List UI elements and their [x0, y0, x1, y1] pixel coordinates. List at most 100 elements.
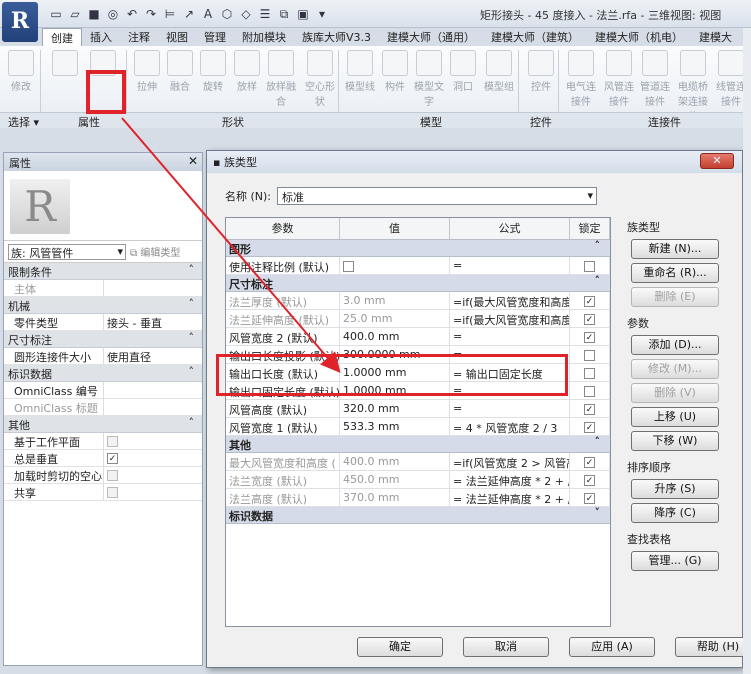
- param-formula[interactable]: =if(最大风管宽度和高度: [450, 292, 570, 309]
- tool-3[interactable]: 拉伸: [132, 50, 162, 93]
- prop-value[interactable]: 使用直径: [104, 348, 202, 364]
- param-value[interactable]: [340, 257, 450, 274]
- tool-10[interactable]: 构件: [380, 50, 410, 93]
- tool-16[interactable]: 风管连接件: [604, 50, 634, 108]
- lock-checkbox[interactable]: ✓: [584, 474, 595, 486]
- checkbox[interactable]: [107, 469, 118, 481]
- prop-row[interactable]: 总是垂直 ✓: [4, 450, 202, 467]
- param-group-3[interactable]: 标识数据: [226, 506, 610, 524]
- help-button[interactable]: 帮助 (H): [675, 637, 751, 657]
- param-value[interactable]: 400.0 mm: [340, 453, 450, 470]
- tab-0[interactable]: 创建: [42, 28, 82, 46]
- tab-4[interactable]: 管理: [196, 28, 234, 46]
- lock-checkbox[interactable]: ✓: [584, 331, 595, 343]
- edit-type-button[interactable]: ⧉ 编辑类型: [130, 244, 180, 259]
- prop-value[interactable]: 接头 - 垂直: [104, 314, 202, 330]
- param-value[interactable]: 25.0 mm: [340, 310, 450, 327]
- checkbox[interactable]: ✓: [107, 452, 118, 464]
- prop-group-3[interactable]: 标识数据: [4, 365, 202, 382]
- tool-9[interactable]: 模型线: [345, 50, 375, 93]
- param-formula[interactable]: =: [450, 328, 570, 345]
- tool-0[interactable]: 修改: [6, 50, 36, 93]
- prop-row[interactable]: 基于工作平面: [4, 433, 202, 450]
- param-group-0[interactable]: 图形: [226, 239, 610, 257]
- param-lock[interactable]: ✓: [570, 292, 610, 309]
- param-lock[interactable]: ✓: [570, 328, 610, 345]
- prop-row[interactable]: 圆形连接件大小 使用直径: [4, 348, 202, 365]
- move-down-button[interactable]: 下移 (W): [631, 431, 719, 451]
- redo-icon[interactable]: ↷: [143, 6, 159, 22]
- new-type-button[interactable]: 新建 (N)...: [631, 239, 719, 259]
- param-formula[interactable]: = 4 * 风管宽度 2 / 3: [450, 418, 570, 435]
- family-select[interactable]: 族: 风管管件: [8, 243, 126, 260]
- text-icon[interactable]: A: [200, 6, 216, 22]
- lock-checkbox[interactable]: [584, 260, 595, 272]
- param-lock[interactable]: ✓: [570, 400, 610, 417]
- param-row[interactable]: 法兰高度 (默认) 370.0 mm = 法兰延伸高度 * 2 + 风 ✓: [226, 489, 610, 507]
- param-group-1[interactable]: 尺寸标注: [226, 274, 610, 292]
- cancel-button[interactable]: 取消: [463, 637, 549, 657]
- param-lock[interactable]: [570, 382, 610, 399]
- param-value[interactable]: 3.0 mm: [340, 292, 450, 309]
- param-value[interactable]: 370.0 mm: [340, 489, 450, 506]
- prop-value[interactable]: [104, 382, 202, 398]
- tool-17[interactable]: 管道连接件: [640, 50, 670, 108]
- dialog-close-button[interactable]: ✕: [700, 153, 734, 169]
- checkbox[interactable]: [107, 435, 118, 447]
- prop-value[interactable]: [104, 280, 202, 296]
- param-lock[interactable]: ✓: [570, 471, 610, 488]
- switch-windows-icon[interactable]: ▣: [295, 6, 311, 22]
- param-checkbox[interactable]: [343, 260, 354, 272]
- tool-15[interactable]: 电气连接件: [566, 50, 596, 108]
- delete-type-button[interactable]: 删除 (E): [631, 287, 719, 307]
- prop-value[interactable]: ✓: [104, 450, 202, 466]
- param-lock[interactable]: ✓: [570, 489, 610, 506]
- tool-14[interactable]: 控件: [526, 50, 556, 93]
- lock-checkbox[interactable]: [584, 385, 595, 397]
- tab-9[interactable]: 建模大师（机电）: [587, 28, 691, 46]
- tool-6[interactable]: 放样: [232, 50, 262, 93]
- close-icon[interactable]: ✕: [188, 154, 198, 168]
- param-formula[interactable]: =: [450, 257, 570, 274]
- customize-qat-icon[interactable]: ▾: [314, 6, 330, 22]
- add-parameter-button[interactable]: 添加 (D)...: [631, 335, 719, 355]
- lock-checkbox[interactable]: ✓: [584, 421, 595, 433]
- dimension-icon[interactable]: ↗: [181, 6, 197, 22]
- thin-lines-icon[interactable]: ☰: [257, 6, 273, 22]
- tool-7[interactable]: 放样融合: [266, 50, 296, 108]
- tab-5[interactable]: 附加模块: [234, 28, 294, 46]
- close-hidden-icon[interactable]: ⧉: [276, 6, 292, 22]
- prop-row[interactable]: 零件类型 接头 - 垂直: [4, 314, 202, 331]
- tab-3[interactable]: 视图: [158, 28, 196, 46]
- prop-value[interactable]: [104, 433, 202, 449]
- param-row[interactable]: 风管宽度 1 (默认) 533.3 mm = 4 * 风管宽度 2 / 3 ✓: [226, 418, 610, 436]
- param-row[interactable]: 法兰延伸高度 (默认) 25.0 mm =if(最大风管宽度和高度 ✓: [226, 310, 610, 328]
- section-icon[interactable]: ◇: [238, 6, 254, 22]
- remove-parameter-button[interactable]: 删除 (V): [631, 383, 719, 403]
- param-row[interactable]: 最大风管宽度和高度 (400.0 mm =if(风管宽度 2 > 风管高 ✓: [226, 453, 610, 471]
- tool-4[interactable]: 融合: [165, 50, 195, 93]
- tool-8[interactable]: 空心形状: [305, 50, 335, 108]
- param-formula[interactable]: =if(风管宽度 2 > 风管高: [450, 453, 570, 470]
- param-lock[interactable]: [570, 257, 610, 274]
- lock-checkbox[interactable]: [584, 367, 595, 379]
- tab-2[interactable]: 注释: [120, 28, 158, 46]
- undo-icon[interactable]: ↶: [124, 6, 140, 22]
- param-formula[interactable]: = 法兰延伸高度 * 2 + 风: [450, 471, 570, 488]
- prop-value[interactable]: [104, 399, 202, 415]
- param-formula[interactable]: =if(最大风管宽度和高度: [450, 310, 570, 327]
- tool-5[interactable]: 旋转: [198, 50, 228, 93]
- prop-row[interactable]: 加载时剪切的空心: [4, 467, 202, 484]
- param-formula[interactable]: =: [450, 400, 570, 417]
- save-icon[interactable]: ■: [86, 6, 102, 22]
- tool-1[interactable]: [50, 50, 80, 78]
- ok-button[interactable]: 确定: [357, 637, 443, 657]
- tool-11[interactable]: 模型文字: [414, 50, 444, 108]
- param-value[interactable]: 450.0 mm: [340, 471, 450, 488]
- param-row[interactable]: 法兰厚度 (默认) 3.0 mm =if(最大风管宽度和高度 ✓: [226, 292, 610, 310]
- open-icon[interactable]: ▱: [67, 6, 83, 22]
- param-lock[interactable]: ✓: [570, 453, 610, 470]
- param-row[interactable]: 风管宽度 2 (默认) 400.0 mm = ✓: [226, 328, 610, 346]
- apply-button[interactable]: 应用 (A): [569, 637, 655, 657]
- right-scrollbar[interactable]: [743, 28, 751, 674]
